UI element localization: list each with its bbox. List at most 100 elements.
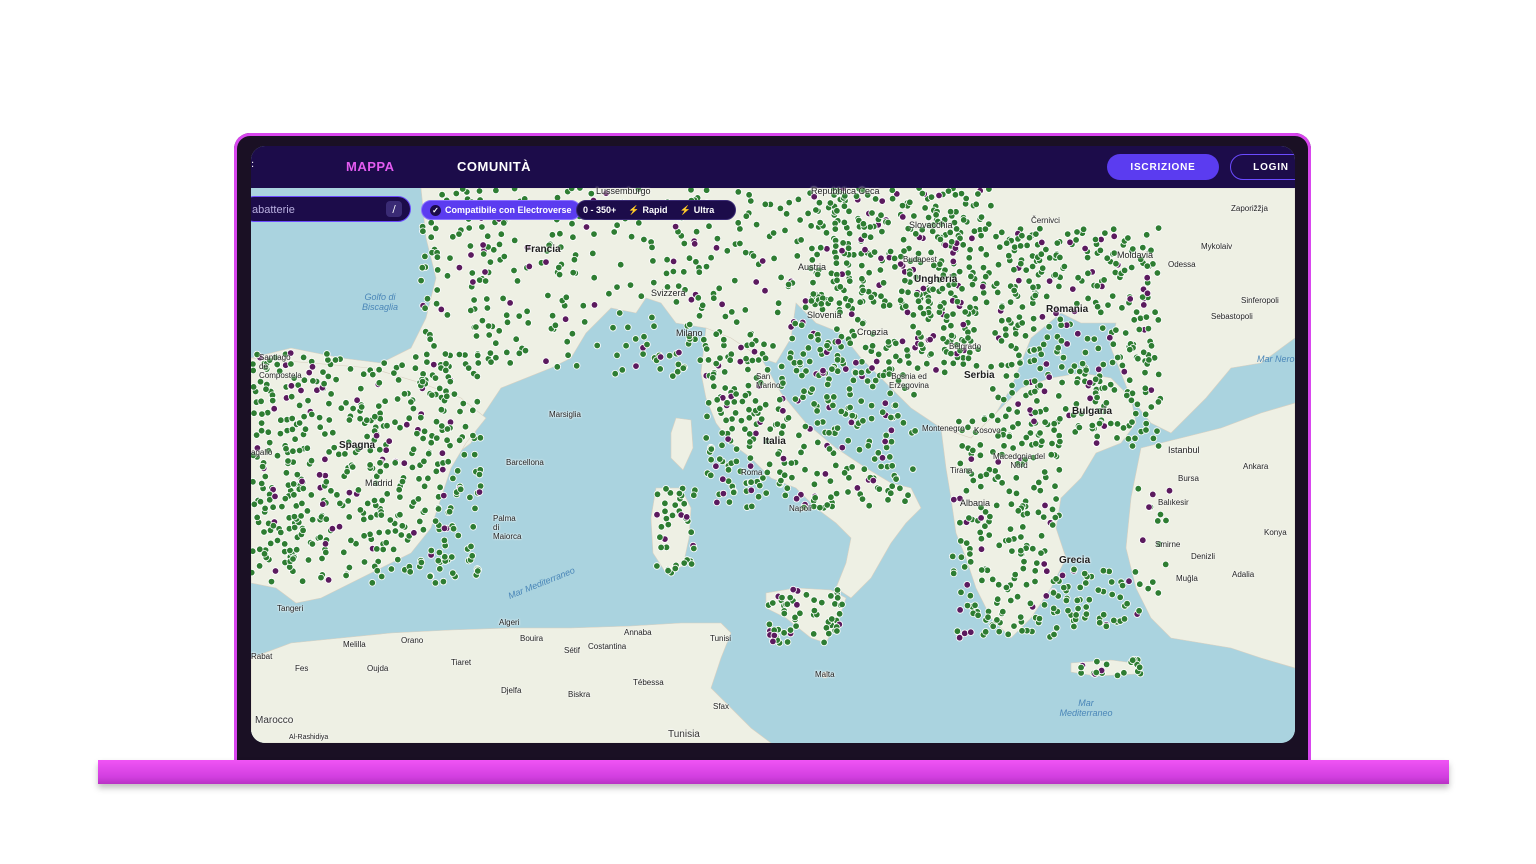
charger-pin [773, 420, 782, 428]
charger-pin [1023, 509, 1031, 518]
charger-pin [995, 581, 1003, 589]
charger-pin [976, 451, 985, 459]
charger-pin [998, 303, 1006, 311]
charger-pin [1110, 616, 1118, 625]
charger-pin [1155, 370, 1163, 379]
menu-dots-icon[interactable]: · · [251, 159, 254, 173]
charger-pin [579, 301, 587, 310]
charger-pin [1019, 523, 1027, 531]
charger-pin [927, 350, 935, 358]
charger-pin [1128, 418, 1136, 426]
charger-pin [904, 288, 912, 296]
charger-pin [1073, 378, 1081, 387]
charger-pin [1010, 286, 1018, 295]
charger-pin [848, 310, 856, 318]
compatible-filter-chip[interactable]: ✓ Compatibile con Electroverse [421, 200, 581, 220]
charger-pin [892, 352, 900, 361]
charger-pin [713, 396, 721, 404]
charger-pin [1070, 565, 1078, 574]
charger-pin [1125, 577, 1133, 585]
charger-pin [865, 268, 873, 277]
charger-pin [1113, 420, 1122, 428]
map-canvas[interactable]: Lussemburgo Repubblica Ceca Slovacchia Č… [251, 186, 1295, 743]
charger-pin [515, 349, 523, 357]
charger-pin [782, 210, 791, 218]
charger-pin [513, 277, 522, 285]
charger-pin [834, 337, 842, 346]
charger-pin [747, 486, 755, 494]
charger-pin [1032, 439, 1040, 448]
map-label: Tiaret [451, 658, 472, 667]
nav-item-mappa[interactable]: MAPPA [346, 159, 394, 174]
charger-pin [754, 493, 763, 501]
charger-pin [941, 241, 950, 249]
charger-pin [299, 484, 307, 493]
charger-pin [395, 486, 403, 494]
charger-pin [375, 402, 383, 410]
map-label: Djelfa [501, 686, 522, 695]
charger-pin [269, 522, 278, 530]
charger-pin [961, 563, 969, 571]
charger-pin [800, 387, 808, 395]
charger-pin [1050, 426, 1058, 434]
nav-item-comunita[interactable]: COMUNITÀ [457, 159, 531, 174]
charger-pin [956, 606, 964, 614]
charger-pin [825, 629, 833, 638]
charger-pin [610, 228, 618, 236]
map-label: Svizzera [651, 288, 686, 298]
power-range-filter[interactable]: 0 - 350+ [577, 201, 622, 219]
charger-pin [618, 366, 626, 374]
charger-pin [470, 296, 478, 304]
charger-pin [627, 233, 636, 241]
charger-pin [923, 359, 931, 368]
charger-pin [1005, 487, 1013, 495]
charger-pin [291, 523, 299, 532]
charger-pin [341, 450, 349, 458]
charger-pin [396, 493, 404, 501]
charger-pin [940, 324, 948, 332]
charger-pin [971, 601, 979, 609]
charger-pin [882, 443, 891, 452]
charger-pin [843, 259, 851, 267]
bolt-icon: ⚡ [679, 204, 691, 215]
charger-pin [1070, 622, 1078, 631]
charger-pin [1086, 378, 1094, 387]
ultra-filter[interactable]: ⚡ Ultra [674, 201, 721, 219]
charger-pin [1119, 424, 1128, 432]
rapid-filter[interactable]: ⚡ Rapid [622, 201, 673, 219]
charger-pin [980, 289, 988, 297]
charger-pin [1055, 282, 1063, 291]
charger-pin [257, 419, 266, 427]
charger-pin [855, 446, 864, 454]
charger-pin [995, 627, 1003, 636]
map-label: Montenegro [922, 424, 965, 433]
charger-pin [977, 545, 986, 553]
charger-pin [476, 434, 485, 442]
charger-pin [363, 499, 372, 508]
signup-button[interactable]: ISCRIZIONE [1107, 154, 1219, 180]
charger-pin [1043, 567, 1051, 575]
charger-pin [910, 212, 918, 220]
charger-pin [707, 445, 715, 453]
charger-pin [668, 511, 677, 520]
charger-pin [1020, 557, 1028, 566]
charger-pin [1149, 578, 1157, 586]
charger-pin [787, 459, 796, 467]
charger-pin [964, 354, 973, 362]
charger-pin [321, 455, 329, 463]
charger-pin [295, 419, 304, 427]
charger-pin [321, 430, 329, 438]
charger-pin [251, 409, 258, 417]
charger-pin [656, 353, 665, 361]
charger-pin [909, 465, 917, 473]
charger-pin [885, 358, 893, 366]
charger-pin [1026, 599, 1035, 608]
search-input[interactable] [251, 201, 374, 219]
charger-pin [816, 503, 824, 512]
top-nav: · · MAPPA COMUNITÀ ISCRIZIONE LOGIN [251, 146, 1295, 190]
map-label: Croazia [857, 327, 889, 337]
charger-pin [985, 531, 993, 539]
search-box[interactable]: / [251, 196, 411, 222]
charger-pin [356, 414, 364, 423]
login-button[interactable]: LOGIN [1230, 154, 1295, 180]
